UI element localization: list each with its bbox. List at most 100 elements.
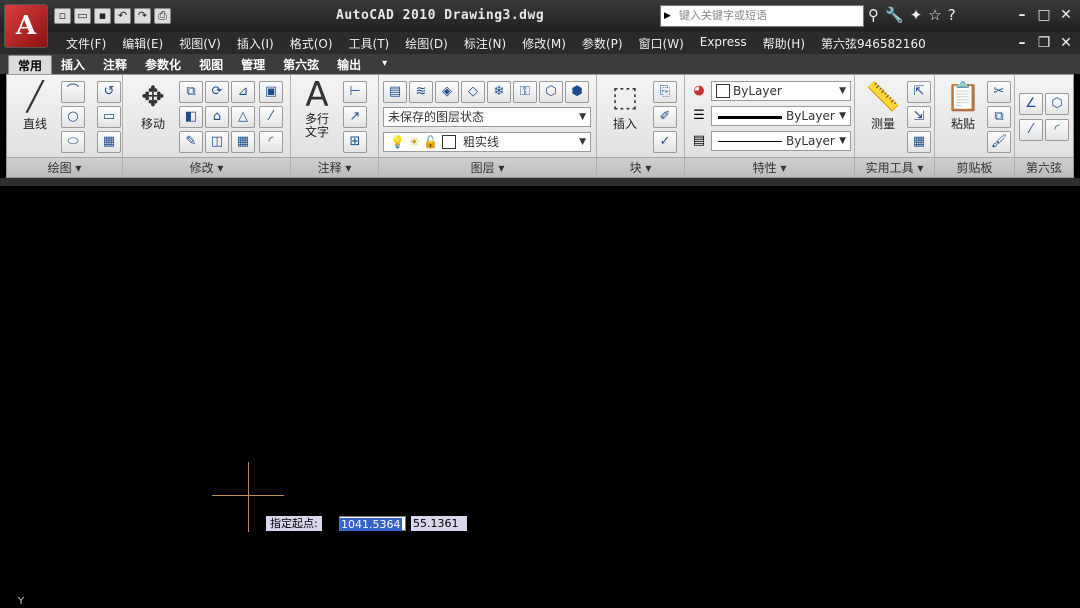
paste-button[interactable]: 📋 粘贴 <box>941 79 985 132</box>
binoculars-icon[interactable]: ⚲ <box>868 6 879 24</box>
menu-item-4[interactable]: 格式(O) <box>282 35 341 52</box>
undo-icon[interactable]: ↶ <box>114 8 131 24</box>
panel-modify-title[interactable]: 修改 ▾ <box>123 157 290 177</box>
help-icon[interactable]: ? <box>948 6 956 24</box>
calculator-icon[interactable]: ▦ <box>907 131 931 153</box>
insert-block-button[interactable]: ⬚ 插入 <box>603 79 647 132</box>
line-button[interactable]: ╱ 直线 <box>13 79 57 132</box>
table-icon[interactable]: ⊞ <box>343 131 367 153</box>
menu-item-9[interactable]: 参数(P) <box>574 35 631 52</box>
x-coordinate-input[interactable]: 1041.5364 <box>339 516 406 531</box>
chamfer-icon[interactable]: ◜ <box>259 131 283 153</box>
layer-properties-icon[interactable]: ▤ <box>383 81 407 103</box>
menu-item-6[interactable]: 绘图(D) <box>397 35 456 52</box>
menu-item-13[interactable]: 第六弦946582160 <box>813 35 934 52</box>
hatch-icon[interactable]: ▦ <box>97 131 121 153</box>
menu-item-7[interactable]: 标注(N) <box>456 35 514 52</box>
menu-item-0[interactable]: 文件(F) <box>58 35 114 52</box>
drawing-canvas[interactable] <box>0 178 1080 608</box>
menu-item-10[interactable]: 窗口(W) <box>631 35 692 52</box>
panel-utilities-title[interactable]: 实用工具 ▾ <box>855 157 934 177</box>
circle-icon[interactable]: ○ <box>61 106 85 128</box>
lineweight-select[interactable]: ByLayer <box>711 106 851 126</box>
tab-0[interactable]: 常用 <box>8 55 53 74</box>
mirror-icon[interactable]: ◧ <box>179 106 203 128</box>
panel-layers-title[interactable]: 图层 ▾ <box>379 157 596 177</box>
maximize-icon[interactable]: □ <box>1034 6 1054 24</box>
close-icon[interactable]: ✕ <box>1056 6 1076 24</box>
menu-item-12[interactable]: 帮助(H) <box>755 35 813 52</box>
erase-icon[interactable]: ✎ <box>179 131 203 153</box>
layer-freeze-icon[interactable]: ❄ <box>487 81 511 103</box>
ribbon-minimize-icon[interactable]: ▾ <box>382 55 387 74</box>
rectangle-icon[interactable]: ▭ <box>97 106 121 128</box>
mtext-button[interactable]: A 多行 文字 <box>299 77 335 139</box>
select-similar-icon[interactable]: ⇲ <box>907 106 931 128</box>
application-menu-button[interactable]: A <box>4 4 48 48</box>
color-select[interactable]: ByLayer <box>711 81 851 101</box>
panel-block-title[interactable]: 块 ▾ <box>597 157 684 177</box>
array-icon[interactable]: ▦ <box>231 131 255 153</box>
new-file-icon[interactable]: ▫ <box>54 8 71 24</box>
scale-icon[interactable]: ◫ <box>205 131 229 153</box>
explode-icon[interactable]: ⁄ <box>259 106 283 128</box>
layer-states-icon[interactable]: ≋ <box>409 81 433 103</box>
cut-icon[interactable]: ✂ <box>987 81 1011 103</box>
ellipse-icon[interactable]: ⬭ <box>61 131 85 153</box>
star-icon[interactable]: ☆ <box>928 6 941 24</box>
dimension-icon[interactable]: ⊢ <box>343 81 367 103</box>
panel-annotate-title[interactable]: 注释 ▾ <box>291 157 378 177</box>
tab-1[interactable]: 插入 <box>52 55 94 74</box>
lineweight-icon[interactable]: ☰ <box>687 106 711 128</box>
menu-item-8[interactable]: 修改(M) <box>514 35 574 52</box>
custom-line-icon[interactable]: ⁄ <box>1019 119 1043 141</box>
tab-4[interactable]: 视图 <box>190 55 232 74</box>
panel-clipboard-title[interactable]: 剪贴板 <box>935 157 1014 177</box>
menu-item-3[interactable]: 插入(I) <box>229 35 282 52</box>
redo-icon[interactable]: ↷ <box>134 8 151 24</box>
current-layer-select[interactable]: 💡 ☀ 🔓 粗实线 <box>383 132 591 152</box>
antenna-icon[interactable]: ✦ <box>910 6 923 24</box>
color-wheel-icon[interactable]: ◕ <box>687 81 711 103</box>
copy-clip-icon[interactable]: ⧉ <box>987 106 1011 128</box>
menu-item-2[interactable]: 视图(V) <box>171 35 229 52</box>
panel-custom-title[interactable]: 第六弦 <box>1015 157 1073 177</box>
create-block-icon[interactable]: ⎘ <box>653 81 677 103</box>
minimize-icon[interactable]: – <box>1012 6 1032 24</box>
custom-angle-icon[interactable]: ∠ <box>1019 93 1043 115</box>
fillet-icon[interactable]: ▣ <box>259 81 283 103</box>
tab-7[interactable]: 输出 <box>328 55 370 74</box>
panel-properties-title[interactable]: 特性 ▾ <box>685 157 854 177</box>
panel-draw-title[interactable]: 绘图 ▾ <box>7 157 122 177</box>
layer-state-select[interactable]: 未保存的图层状态 <box>383 107 591 127</box>
open-folder-icon[interactable]: ▭ <box>74 8 91 24</box>
menu-item-11[interactable]: Express <box>692 35 755 52</box>
menu-item-1[interactable]: 编辑(E) <box>114 35 171 52</box>
move-button[interactable]: ✥ 移动 <box>133 79 173 132</box>
mirror-triangle-icon[interactable]: △ <box>231 106 255 128</box>
linetype-select[interactable]: ByLayer <box>711 131 851 151</box>
doc-close-icon[interactable]: ✕ <box>1056 34 1076 52</box>
leader-icon[interactable]: ↗ <box>343 106 367 128</box>
custom-arc-icon[interactable]: ◜ <box>1045 119 1069 141</box>
layer-isolate-icon[interactable]: ◈ <box>435 81 459 103</box>
layer-walk-icon[interactable]: ⬢ <box>565 81 589 103</box>
menu-item-5[interactable]: 工具(T) <box>341 35 398 52</box>
layer-match-icon[interactable]: ⬡ <box>539 81 563 103</box>
linetype-icon[interactable]: ▤ <box>687 131 711 153</box>
save-icon[interactable]: ▪ <box>94 8 111 24</box>
measure-button[interactable]: 📏 测量 <box>861 79 905 132</box>
wrench-icon[interactable]: 🔧 <box>885 6 904 24</box>
tab-6[interactable]: 第六弦 <box>274 55 328 74</box>
print-icon[interactable]: ⎙ <box>154 8 171 24</box>
layer-off-icon[interactable]: ◇ <box>461 81 485 103</box>
arc-icon[interactable]: ↺ <box>97 81 121 103</box>
y-coordinate-input[interactable]: 55.1361 <box>411 516 467 531</box>
edit-block-icon[interactable]: ✐ <box>653 106 677 128</box>
doc-restore-icon[interactable]: ❐ <box>1034 34 1054 52</box>
match-properties-icon[interactable]: 🖌 <box>987 131 1011 153</box>
search-input[interactable]: 键入关键字或短语 <box>660 5 864 27</box>
trim-icon[interactable]: ⊿ <box>231 81 255 103</box>
edit-attribute-icon[interactable]: ✓ <box>653 131 677 153</box>
tab-3[interactable]: 参数化 <box>136 55 190 74</box>
